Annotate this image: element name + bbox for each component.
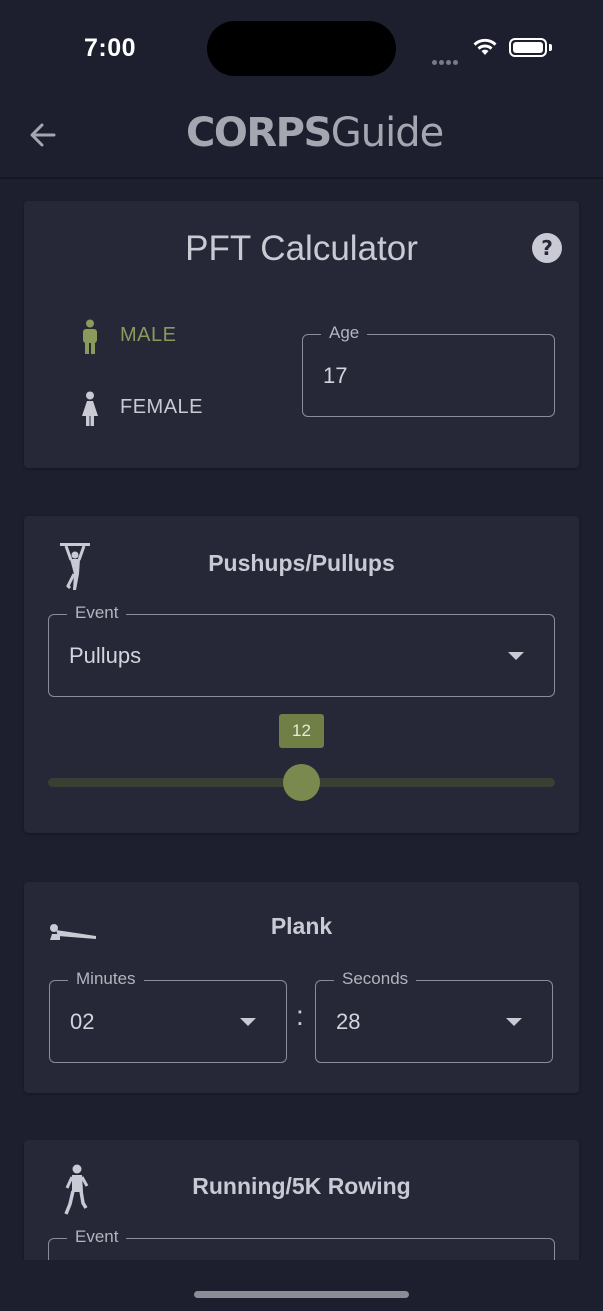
home-indicator (194, 1291, 409, 1298)
gender-option-male[interactable]: MALE (80, 319, 260, 355)
pushups-slider[interactable]: 12 (48, 714, 555, 804)
gender-label-female: FEMALE (120, 396, 204, 418)
plank-seconds-select[interactable]: Seconds 28 (315, 969, 553, 1063)
pushups-event-value: Pullups (69, 643, 142, 668)
battery-icon (509, 38, 547, 57)
help-icon[interactable]: ? (531, 232, 563, 264)
pushups-card: Pushups/Pullups Event Pullups 12 (24, 516, 579, 833)
running-card: Running/5K Rowing Event (24, 1140, 579, 1260)
age-field[interactable]: Age 17 (302, 323, 555, 417)
dropdown-caret-icon (506, 1018, 522, 1026)
age-field-label: Age (321, 323, 368, 343)
plank-minutes-value: 02 (70, 1009, 95, 1034)
gender-option-female[interactable]: FEMALE (80, 391, 260, 427)
male-icon (83, 319, 97, 354)
back-arrow-icon[interactable] (26, 118, 60, 152)
dynamic-island (207, 21, 396, 76)
pushups-event-select[interactable]: Event Pullups (48, 603, 555, 697)
age-field-value: 17 (323, 363, 348, 388)
plank-seconds-value: 28 (336, 1009, 361, 1034)
plank-title: Plank (270, 913, 333, 939)
wifi-icon (473, 38, 497, 55)
running-event-label: Event (67, 1227, 127, 1247)
slider-thumb[interactable] (283, 764, 320, 801)
battery-tip (549, 44, 552, 51)
logo-regular: Guide (330, 110, 444, 156)
slider-value: 12 (292, 721, 311, 740)
plank-seconds-label: Seconds (334, 969, 417, 989)
logo-bold: CORPS (186, 110, 332, 156)
slider-value-badge: 12 (279, 714, 324, 748)
app-bar-divider (0, 177, 603, 179)
plank-minutes-label: Minutes (68, 969, 144, 989)
dropdown-caret-icon (508, 652, 524, 660)
page-title: PFT Calculator (185, 229, 418, 268)
signal-icon (432, 52, 462, 65)
pushups-event-label: Event (67, 603, 127, 623)
app-logo: CORPSGuide (186, 110, 444, 156)
plank-card: Plank Minutes 02 : Seconds 28 (24, 882, 579, 1093)
female-icon (82, 391, 98, 426)
dropdown-caret-icon (240, 1018, 256, 1026)
calculator-card: PFT Calculator ? MALE FEMALE Age 17 (24, 201, 579, 468)
svg-text:?: ? (541, 236, 553, 260)
time-separator: : (296, 1000, 304, 1031)
gender-label-male: MALE (120, 324, 177, 346)
status-time: 7:00 (84, 34, 137, 62)
running-event-select[interactable]: Event (48, 1227, 555, 1260)
pushups-title: Pushups/Pullups (208, 550, 395, 576)
plank-minutes-select[interactable]: Minutes 02 (49, 969, 287, 1063)
running-title: Running/5K Rowing (192, 1173, 411, 1199)
scroll-viewport: Running/5K Rowing Event (0, 1140, 603, 1260)
